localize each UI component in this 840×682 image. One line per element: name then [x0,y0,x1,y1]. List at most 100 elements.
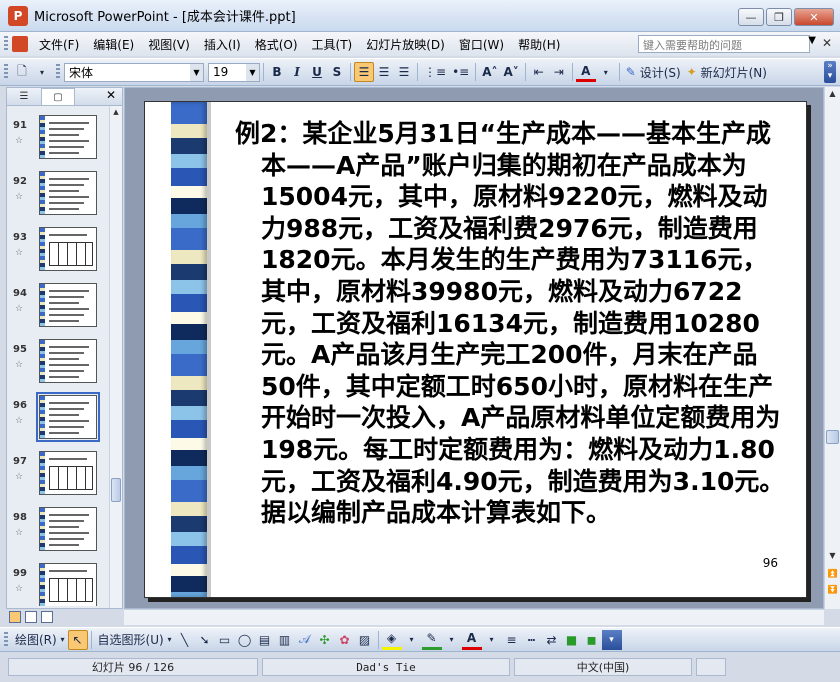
menu-tools[interactable]: 工具(T) [305,34,360,55]
thumbnail-image[interactable] [39,171,97,215]
italic-button[interactable]: I [287,62,307,82]
chevron-down-icon[interactable]: ▼ [246,63,259,81]
previous-slide-icon[interactable]: ⏫ [826,569,839,578]
transition-star-icon[interactable]: ☆ [15,304,23,314]
font-name-select[interactable]: 宋体 ▼ [64,62,204,82]
3d-style-icon[interactable]: ◼ [582,630,602,650]
transition-star-icon[interactable]: ☆ [15,248,23,258]
transition-star-icon[interactable]: ☆ [15,472,23,482]
arrow-style-icon[interactable]: ⇄ [542,630,562,650]
slide-thumbnail[interactable]: 95 ☆ [7,336,110,388]
minimize-button[interactable]: — [738,8,764,26]
fill-color-icon[interactable]: ◈ [381,630,402,650]
slide-thumbnail[interactable]: 96 ☆ [7,392,110,444]
align-left-icon[interactable]: ☰ [354,62,374,82]
next-slide-icon[interactable]: ⏬ [826,585,839,594]
menu-insert[interactable]: 插入(I) [197,34,248,55]
toolbar-overflow-icon[interactable]: » ▾ [824,61,836,83]
transition-star-icon[interactable]: ☆ [15,584,23,594]
menu-grip-icon[interactable] [4,36,8,52]
slide-paragraph[interactable]: 例2：某企业5月31日“生产成本——基本生产成本——A产品”账户归集的期初在产品… [235,118,790,529]
vertical-textbox-icon[interactable]: ▥ [275,630,295,650]
thumbnail-image[interactable] [39,507,97,551]
toolbar-grip-icon[interactable] [4,64,8,80]
font-size-select[interactable]: 19 ▼ [208,62,260,82]
chevron-down-icon[interactable]: ▾ [402,630,422,650]
drawbar-grip-icon[interactable] [4,631,8,648]
menu-format[interactable]: 格式(O) [248,34,305,55]
diagram-icon[interactable]: ✣ [315,630,335,650]
scroll-up-icon[interactable]: ▲ [826,89,839,98]
toolbar-options-icon[interactable]: ▾ [32,62,52,82]
scroll-down-icon[interactable]: ▼ [826,551,839,560]
numbered-list-icon[interactable]: ⋮≡ [421,62,449,82]
shadow-button[interactable]: S [327,62,347,82]
slide-thumbnail[interactable]: 93 ☆ [7,224,110,276]
menu-slideshow[interactable]: 幻灯片放映(D) [359,34,452,55]
bold-button[interactable]: B [267,62,287,82]
align-right-icon[interactable]: ☰ [394,62,414,82]
slide-thumbnail[interactable]: 91 ☆ [7,112,110,164]
panel-scrollbar[interactable]: ▲ [109,106,122,608]
chevron-down-icon[interactable]: ▼ [190,63,203,81]
vertical-scroll-thumb[interactable] [826,430,839,444]
close-window-button[interactable]: ✕ [794,8,834,26]
powerpoint-app-icon[interactable]: P [8,5,28,26]
document-close-button[interactable]: ✕ [822,36,832,50]
drawbar-overflow-icon[interactable]: ▾ [601,629,622,650]
line-icon[interactable]: ╲ [175,630,195,650]
transition-star-icon[interactable]: ☆ [15,360,23,370]
chevron-down-icon[interactable]: ▾ [442,630,462,650]
textbox-icon[interactable]: ▤ [255,630,275,650]
wordart-icon[interactable]: 𝒜 [295,630,315,650]
line-color-icon[interactable]: ✎ [421,630,442,650]
decrease-font-icon[interactable]: A˅ [501,62,522,82]
restore-button[interactable]: ❐ [766,8,792,26]
menu-help[interactable]: 帮助(H) [511,34,567,55]
vertical-scrollbar[interactable]: ▲ ▼ ⏫ ⏬ [824,87,840,609]
document-icon[interactable] [12,36,28,52]
menu-file[interactable]: 文件(F) [32,34,86,55]
underline-button[interactable]: U [307,62,327,82]
thumbnail-image[interactable] [36,392,100,442]
slide-thumbnail[interactable]: 92 ☆ [7,168,110,220]
thumbnail-image[interactable] [39,563,97,606]
tab-slides[interactable]: ▢ [41,88,75,105]
arrow-icon[interactable]: ➘ [195,630,215,650]
normal-view-icon[interactable] [9,611,21,623]
autoshapes-button[interactable]: 自选图形(U) ▾ [95,630,175,650]
rectangle-icon[interactable]: ▭ [215,630,235,650]
slide-body-text[interactable]: 例2：某企业5月31日“生产成本——基本生产成本——A产品”账户归集的期初在产品… [235,118,790,529]
thumbnail-image[interactable] [39,227,97,271]
slide-thumbnail[interactable]: 97 ☆ [7,448,110,500]
increase-indent-icon[interactable]: ⇥ [549,62,569,82]
help-search-input[interactable]: 键入需要帮助的问题 [638,35,810,53]
draw-menu-button[interactable]: 绘图(R) ▾ [12,630,68,650]
toolbar-grip-icon[interactable] [56,64,60,80]
drawbar-font-color-icon[interactable]: A [461,630,482,650]
dash-style-icon[interactable]: ┅ [522,630,542,650]
bulleted-list-icon[interactable]: •≡ [449,62,472,82]
select-pointer-icon[interactable]: ↖ [67,629,88,650]
menu-window[interactable]: 窗口(W) [452,34,511,55]
current-slide[interactable]: 例2：某企业5月31日“生产成本——基本生产成本——A产品”账户归集的期初在产品… [144,101,807,598]
thumbnail-image[interactable] [39,451,97,495]
menu-edit[interactable]: 编辑(E) [86,34,141,55]
transition-star-icon[interactable]: ☆ [15,136,23,146]
new-slide-button[interactable]: ✦ 新幻灯片(N) [684,62,770,82]
slide-thumbnail[interactable]: 99 ☆ [7,560,110,606]
slide-thumbnail[interactable]: 98 ☆ [7,504,110,556]
menu-view[interactable]: 视图(V) [141,34,197,55]
decrease-indent-icon[interactable]: ⇤ [529,62,549,82]
chevron-down-icon[interactable]: ▾ [596,62,616,82]
horizontal-scrollbar[interactable] [124,609,824,625]
panel-close-button[interactable]: ✕ [106,88,116,105]
tab-outline[interactable]: ☰ [7,88,41,105]
align-center-icon[interactable]: ☰ [374,62,394,82]
increase-font-icon[interactable]: A˄ [479,62,500,82]
clipart-icon[interactable]: ✿ [335,630,355,650]
transition-star-icon[interactable]: ☆ [15,416,23,426]
slide-sorter-view-icon[interactable] [25,611,37,623]
scroll-up-icon[interactable]: ▲ [110,106,122,118]
font-color-icon[interactable]: A [575,62,596,82]
